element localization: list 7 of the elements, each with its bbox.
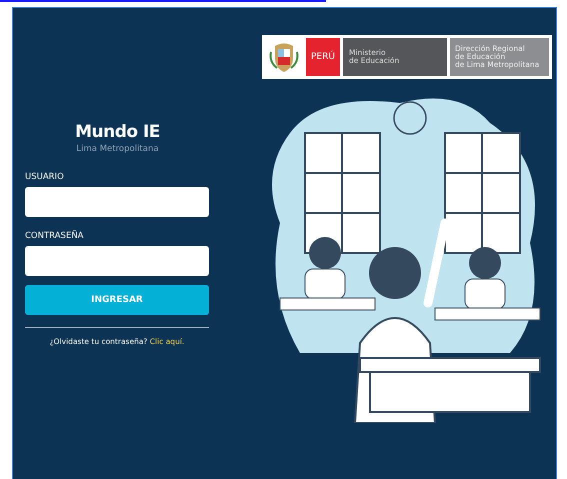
- country-label: PERÚ: [306, 38, 340, 76]
- app-title: Mundo IE: [74, 122, 161, 142]
- password-field[interactable]: [25, 246, 209, 276]
- field-label: USUARIO: [25, 172, 65, 182]
- field-label: CONTRASEÑA: [25, 231, 84, 241]
- username-field[interactable]: [25, 187, 209, 217]
- app-subtitle: Lima Metropolitana: [75, 144, 160, 154]
